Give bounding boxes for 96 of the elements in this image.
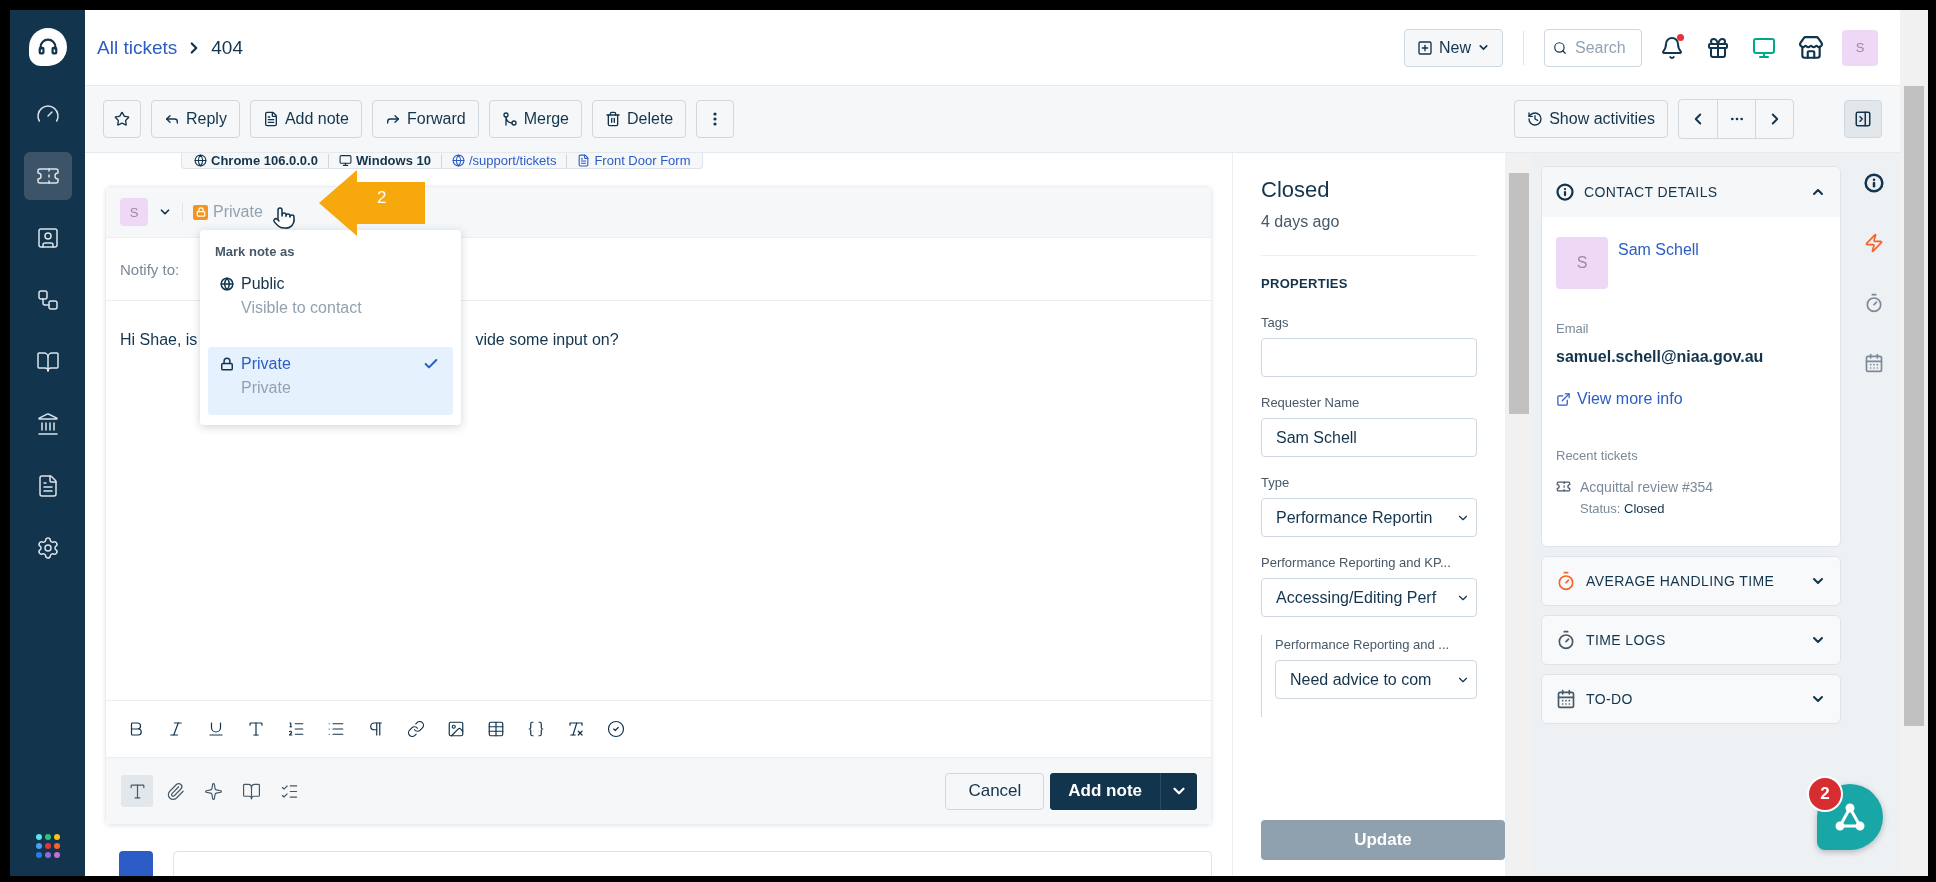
info-link[interactable]: Front Door Form [577, 153, 691, 168]
recent-tickets-label: Recent tickets [1556, 448, 1639, 463]
store-icon [1798, 34, 1824, 61]
star-icon [114, 111, 130, 127]
table-icon[interactable] [486, 720, 506, 738]
gift-icon [1706, 35, 1730, 60]
breadcrumb-link[interactable]: All tickets [97, 36, 178, 59]
info-icon [1556, 183, 1574, 201]
history-icon [1527, 111, 1544, 127]
field-label: Requester Name [1261, 395, 1361, 410]
section-title: TO-DO [1586, 691, 1634, 707]
email-label: Email [1556, 321, 1590, 336]
agent-avatar: S [120, 198, 148, 226]
network-icon [1835, 803, 1865, 831]
apps-grid-icon[interactable] [35, 834, 60, 858]
callout-arrow: 2 [319, 170, 425, 236]
globe-icon [220, 277, 234, 291]
logo-icon[interactable] [28, 28, 67, 66]
info-label: Chrome 106.0.0.0 [194, 153, 318, 168]
text-icon[interactable] [121, 775, 153, 807]
section-title: AVERAGE HANDLING TIME [1586, 573, 1776, 589]
search-field[interactable]: Search [1544, 28, 1642, 67]
cancel-button[interactable]: Cancel [945, 772, 1045, 810]
lock-icon [193, 204, 208, 220]
monitor-icon [1752, 35, 1776, 60]
contact-name-link[interactable]: Sam Schell [1618, 241, 1699, 289]
section-heading: PROPERTIES [1261, 276, 1349, 291]
collapsed-section[interactable]: TO-DO [1541, 674, 1841, 724]
link-icon[interactable] [406, 720, 426, 738]
info-icon[interactable] [1864, 173, 1884, 193]
lock-icon [220, 357, 234, 371]
forward-button[interactable]: Forward [371, 100, 479, 138]
info-link[interactable]: /support/tickets [451, 153, 557, 168]
field-label: Performance Reporting and KP... [1261, 555, 1452, 570]
note-icon [262, 111, 279, 127]
tickets-icon[interactable] [23, 152, 72, 200]
notify-label: Notify to: [120, 260, 180, 278]
delete-button[interactable]: Delete [592, 100, 687, 138]
note-button[interactable]: Add note [249, 100, 362, 138]
ticket-icon [1556, 479, 1571, 494]
text-field[interactable]: Sam Schell [1261, 418, 1477, 457]
view-more-link[interactable]: View more info [1556, 390, 1683, 408]
bolt-icon[interactable] [1864, 233, 1884, 253]
ticket-age: 4 days ago [1261, 213, 1341, 231]
code-icon[interactable] [526, 720, 546, 738]
merge-button[interactable]: Merge [488, 100, 582, 138]
ordered-icon[interactable] [286, 720, 306, 738]
plus-icon [1417, 39, 1433, 56]
ticket-status: Closed [1261, 177, 1331, 203]
email-address: samuel.schell@niaa.gov.au [1556, 348, 1765, 366]
ticket-status: Status: Closed [1580, 501, 1666, 516]
note-text: Hi Shae, is [120, 331, 198, 349]
field-label: Tags [1261, 315, 1290, 330]
kebab-icon [713, 112, 718, 126]
options-caret-button[interactable] [1160, 772, 1197, 810]
ticket-title[interactable]: Acquittal review #354 [1580, 479, 1826, 495]
external-link-icon [1556, 391, 1571, 407]
panel-toggle-button[interactable] [1844, 100, 1882, 138]
info-label: Windows 10 [338, 153, 431, 168]
bell-icon [1660, 35, 1684, 60]
section-title: TIME LOGS [1586, 632, 1667, 648]
calendar-icon [1556, 689, 1576, 709]
menu-option[interactable]: Public Visible to contact [208, 267, 453, 335]
star-button[interactable] [103, 100, 141, 138]
ticket-number: 404 [211, 36, 243, 59]
panel-icon [1854, 110, 1872, 128]
card-title: CONTACT DETAILS [1584, 184, 1719, 200]
show-activities-button[interactable]: Show activities [1514, 100, 1668, 138]
field-label: Type [1261, 475, 1291, 490]
scrollbar[interactable] [1505, 153, 1532, 876]
menu-heading: Mark note as [214, 243, 296, 261]
reply-button[interactable]: Reply [151, 100, 240, 138]
avatar [119, 851, 153, 876]
stopwatch-icon [1556, 571, 1576, 591]
notification-badge: 2 [1807, 776, 1843, 812]
image-icon[interactable] [446, 720, 466, 738]
stopwatch-icon[interactable] [1864, 293, 1884, 313]
new-button[interactable]: New [1404, 28, 1503, 67]
calendar-icon[interactable] [1864, 353, 1884, 373]
field-label: Performance Reporting and ... [1275, 637, 1451, 652]
select-field[interactable]: Performance Reportin [1261, 498, 1477, 537]
stopwatch-icon [1556, 630, 1576, 650]
delete-icon [605, 111, 621, 127]
select-field[interactable]: Accessing/Editing Perf [1261, 578, 1477, 617]
text-field[interactable] [1261, 338, 1477, 377]
scrollbar[interactable] [1900, 10, 1928, 876]
collapsed-section[interactable]: TIME LOGS [1541, 615, 1841, 665]
bullets-icon[interactable] [326, 720, 346, 738]
note-text: vide some input on? [475, 331, 619, 349]
contact-avatar: S [1556, 237, 1608, 289]
clear-icon[interactable] [566, 720, 586, 738]
select-field[interactable]: Need advice to com [1275, 660, 1477, 699]
collapsed-section[interactable]: AVERAGE HANDLING TIME [1541, 556, 1841, 606]
merge-icon [501, 111, 518, 127]
search-input[interactable]: Search [1573, 37, 1633, 58]
menu-option[interactable]: Private Private [208, 347, 453, 415]
